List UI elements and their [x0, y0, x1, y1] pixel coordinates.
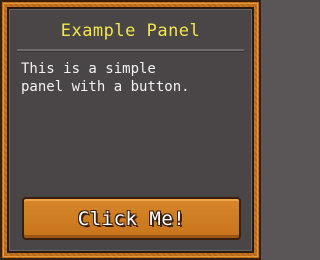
button-label: Click Me!: [77, 207, 186, 230]
panel-body-text: This is a simple panel with a button.: [21, 61, 190, 95]
panel-title: Example Panel: [60, 21, 201, 41]
title-divider: [17, 49, 244, 52]
click-me-button[interactable]: Click Me!: [22, 197, 241, 240]
example-panel: Example Panel This is a simple panel wit…: [7, 7, 254, 253]
